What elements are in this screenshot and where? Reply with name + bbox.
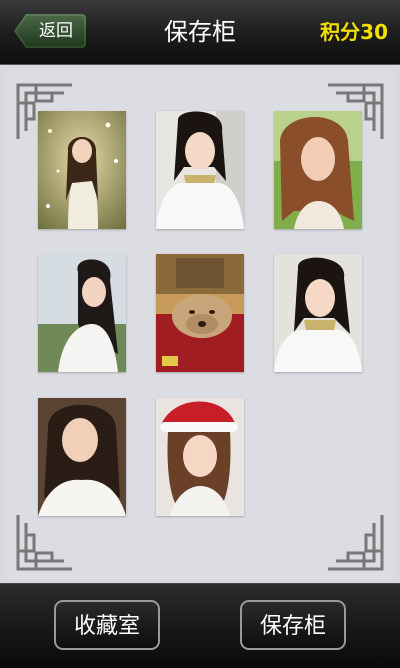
photo-girl-santa-hat[interactable]: [156, 398, 244, 516]
page-title: 保存柜: [164, 18, 236, 46]
points-value: 30: [360, 20, 388, 44]
photo-girl-sparkle-garden[interactable]: [38, 111, 126, 229]
points-label: 积分: [320, 20, 361, 44]
locker-button[interactable]: 保存柜: [240, 600, 346, 650]
back-button[interactable]: 返回: [14, 14, 86, 48]
top-bar: 返回 保存柜 积分30: [0, 0, 400, 65]
collection-room-button[interactable]: 收藏室: [54, 600, 160, 650]
photo-girl-fur-collar-1[interactable]: [156, 111, 244, 229]
photo-girl-white-dress[interactable]: [38, 254, 126, 372]
corner-ornament-bottom-right: [328, 515, 384, 571]
photo-girl-white-top[interactable]: [38, 398, 126, 516]
photo-girl-fur-collar-2[interactable]: [274, 254, 362, 372]
back-button-label: 返回: [39, 21, 73, 41]
corner-ornament-bottom-left: [16, 515, 72, 571]
points-display: 积分30: [320, 0, 388, 64]
locker-panel: [0, 65, 400, 583]
photo-girl-grass[interactable]: [274, 111, 362, 229]
photo-dog-sharpei[interactable]: [156, 254, 244, 372]
bottom-bar: 收藏室 保存柜: [0, 583, 400, 668]
